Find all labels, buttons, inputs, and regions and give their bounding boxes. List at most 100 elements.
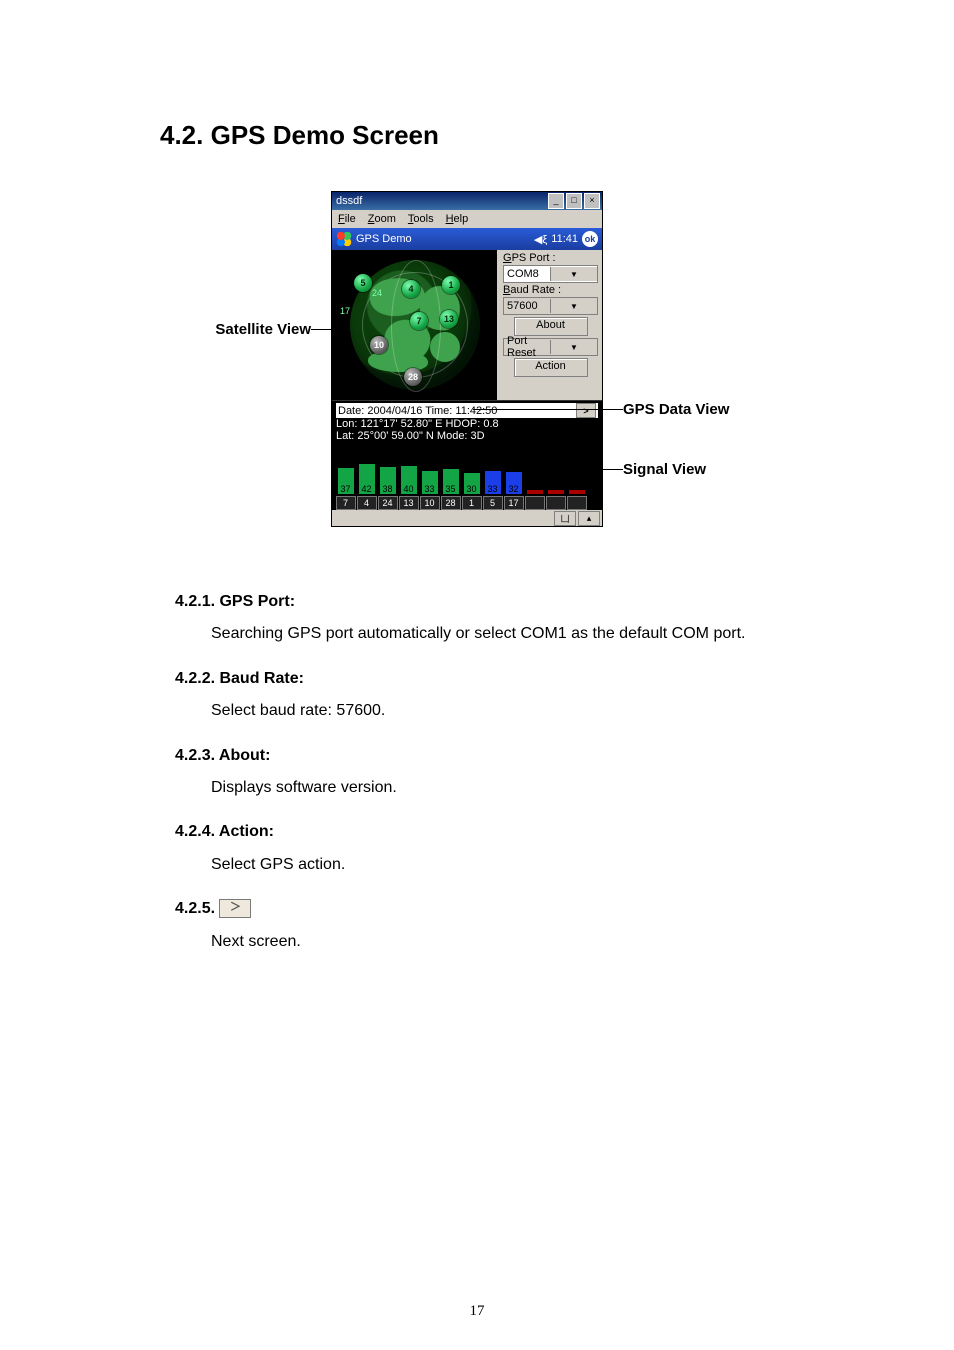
text-gps-port: Searching GPS port automatically or sele… <box>211 619 815 649</box>
signal-bar: 33 <box>484 470 502 495</box>
signal-bar-value: 42 <box>359 484 375 494</box>
sip-bar: ⼐ ▴ <box>332 510 602 526</box>
signal-bar-prn: 7 <box>336 496 356 510</box>
gps-lat-mode: Lat: 25°00' 59.00" N Mode: 3D <box>336 430 598 442</box>
signal-bar-slot: 3217 <box>504 471 523 510</box>
text-action: Select GPS action. <box>211 850 815 880</box>
signal-bar-slot: 377 <box>336 467 355 510</box>
signal-bar-prn <box>546 496 566 510</box>
heading-baud-rate: 4.2.2. Baud Rate: <box>175 664 815 694</box>
text-next: Next screen. <box>211 927 815 957</box>
signal-view: 37742438244013331035283013353217 <box>332 446 602 510</box>
figure-row: Satellite View dssdf _ □ × File Zoom Too… <box>0 191 954 527</box>
signal-bar-slot <box>525 489 544 510</box>
chevron-down-icon[interactable]: ▼ <box>550 340 597 354</box>
next-screen-button[interactable]: > <box>576 403 596 418</box>
signal-bar-prn: 10 <box>420 496 440 510</box>
signal-bar: 38 <box>379 466 397 495</box>
speaker-icon[interactable]: ◀ξ <box>534 233 547 246</box>
sat-marker: 1 <box>442 276 460 294</box>
about-button[interactable]: About <box>514 317 588 336</box>
gps-lon-hdop: Lon: 121°17' 52.80" E HDOP: 0.8 <box>336 418 598 430</box>
signal-bar-value: 33 <box>485 484 501 494</box>
baud-rate-select[interactable]: 57600 ▼ <box>503 297 598 315</box>
gps-port-label: GPS Port : <box>503 252 598 264</box>
baud-rate-value: 57600 <box>504 300 550 312</box>
keyboard-icon[interactable]: ⼐ <box>554 511 576 526</box>
sat-label: 17 <box>340 306 350 316</box>
label-signal-view: Signal View <box>623 461 706 478</box>
signal-bar-value: 38 <box>380 484 396 494</box>
label-satellite-view: Satellite View <box>131 321 331 338</box>
signal-bar-slot: 3310 <box>420 470 439 510</box>
gps-port-value: COM8 <box>504 268 550 280</box>
pda-titlebar: GPS Demo ◀ξ 11:41 ok <box>332 228 602 250</box>
next-icon: ＞ <box>219 899 251 918</box>
signal-bar-value: 37 <box>338 484 354 494</box>
satellite-view: 524 4 1 17 7 13 10 28 <box>332 250 497 400</box>
gps-port-select[interactable]: COM8 ▼ <box>503 265 598 283</box>
close-button[interactable]: × <box>584 193 600 209</box>
signal-bar-value: 33 <box>422 484 438 494</box>
signal-bar-slot: 424 <box>357 463 376 510</box>
signal-bar: 37 <box>337 467 355 495</box>
signal-bar-value: 35 <box>443 484 459 494</box>
sip-up-icon[interactable]: ▴ <box>578 511 600 526</box>
minimize-button[interactable]: _ <box>548 193 564 209</box>
signal-bar-prn: 28 <box>441 496 461 510</box>
app-name: GPS Demo <box>356 233 412 245</box>
signal-bar-slot: 4013 <box>399 465 418 510</box>
sat-label: 24 <box>372 288 382 298</box>
menu-bar: File Zoom Tools Help <box>332 210 602 228</box>
controls-panel: GPS Port : COM8 ▼ Baud Rate : 57600 ▼ Ab… <box>497 250 602 400</box>
body-text: 4.2.1. GPS Port: Searching GPS port auto… <box>175 587 815 957</box>
chevron-down-icon[interactable]: ▼ <box>550 299 597 313</box>
signal-bar-slot <box>567 489 586 510</box>
gps-date-time: Date: 2004/04/16 Time: 11:42:50 <box>338 405 497 417</box>
heading-next: 4.2.5. ＞ <box>175 894 815 924</box>
signal-bar-prn <box>525 496 545 510</box>
baud-rate-label: Baud Rate : <box>503 284 598 296</box>
signal-bar-prn <box>567 496 587 510</box>
signal-bar-prn: 13 <box>399 496 419 510</box>
sat-marker: 7 <box>410 312 428 330</box>
action-button[interactable]: Action <box>514 358 588 377</box>
sat-marker: 5 <box>354 274 372 292</box>
signal-bar-slot: 3824 <box>378 466 397 510</box>
signal-bar-slot: 301 <box>462 472 481 510</box>
sat-marker: 4 <box>402 280 420 298</box>
heading-about: 4.2.3. About: <box>175 741 815 771</box>
text-baud-rate: Select baud rate: 57600. <box>211 696 815 726</box>
window-title: dssdf <box>336 195 362 207</box>
sat-marker: 10 <box>370 336 388 354</box>
signal-bar: 42 <box>358 463 376 495</box>
window-titlebar[interactable]: dssdf _ □ × <box>332 192 602 210</box>
sat-marker: 28 <box>404 368 422 386</box>
chevron-down-icon[interactable]: ▼ <box>550 267 597 281</box>
signal-bar: 33 <box>421 470 439 495</box>
ok-button[interactable]: ok <box>582 231 598 247</box>
text-about: Displays software version. <box>211 773 815 803</box>
signal-bar <box>526 489 544 495</box>
menu-zoom[interactable]: Zoom <box>368 213 396 225</box>
signal-bar-slot: 3528 <box>441 468 460 510</box>
signal-bar <box>547 489 565 495</box>
port-reset-label: Port Reset <box>504 335 550 359</box>
signal-bar-prn: 4 <box>357 496 377 510</box>
menu-tools[interactable]: Tools <box>408 213 434 225</box>
app-window: dssdf _ □ × File Zoom Tools Help GPS Dem… <box>331 191 603 527</box>
gps-data-view: Date: 2004/04/16 Time: 11:42:50 > Lon: 1… <box>332 400 602 446</box>
signal-bar-prn: 1 <box>462 496 482 510</box>
label-gps-data-view: GPS Data View <box>623 401 729 418</box>
start-icon[interactable] <box>336 231 352 247</box>
signal-bar: 30 <box>463 472 481 495</box>
clock: 11:41 <box>551 233 578 245</box>
port-reset-select[interactable]: Port Reset ▼ <box>503 338 598 356</box>
signal-bar-prn: 17 <box>504 496 524 510</box>
signal-bar-value: 32 <box>506 484 522 494</box>
signal-bar <box>568 489 586 495</box>
maximize-button[interactable]: □ <box>566 193 582 209</box>
menu-help[interactable]: Help <box>446 213 469 225</box>
menu-file[interactable]: File <box>338 213 356 225</box>
sat-marker: 13 <box>440 310 458 328</box>
